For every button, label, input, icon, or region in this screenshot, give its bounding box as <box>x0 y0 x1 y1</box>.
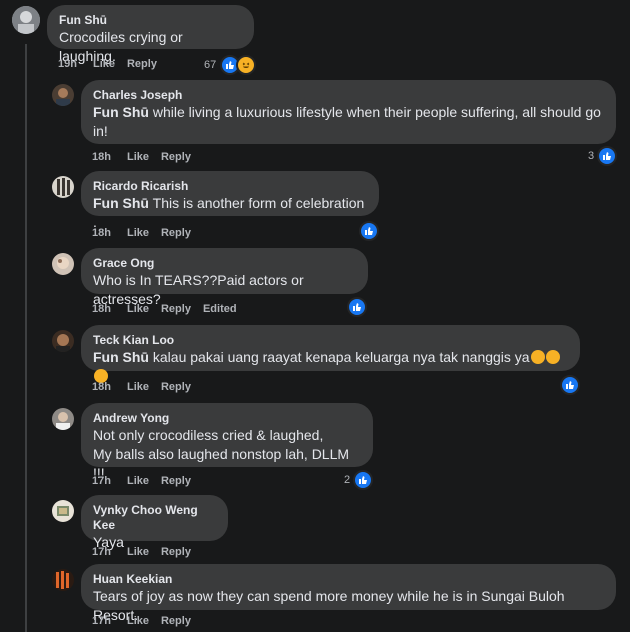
like-button[interactable]: Like <box>127 475 149 487</box>
comment-actions: 18h Like Reply <box>92 381 203 393</box>
thumbs-up-icon <box>353 470 374 490</box>
avatar[interactable] <box>12 6 40 34</box>
like-button[interactable]: Like <box>127 381 149 393</box>
comment-actions: 19h Like Reply <box>58 58 169 70</box>
comment-bubble: Grace Ong Who is In TEARS??Paid actors o… <box>81 248 368 307</box>
mention-link[interactable]: Fun Shū <box>93 104 149 120</box>
reaction-summary[interactable]: 67 <box>204 55 257 75</box>
comment-text: while living a luxurious lifestyle when … <box>149 104 601 120</box>
like-button[interactable]: Like <box>127 615 149 627</box>
comment-actions: 18h Like Reply <box>92 227 203 239</box>
reply-button[interactable]: Reply <box>127 58 157 70</box>
reaction-summary[interactable] <box>347 297 367 317</box>
thumbs-up-icon <box>359 221 379 241</box>
reaction-summary[interactable] <box>359 221 379 241</box>
comment-author[interactable]: Teck Kian Loo <box>93 333 568 348</box>
reply-button[interactable]: Reply <box>161 381 191 393</box>
avatar[interactable] <box>52 408 74 430</box>
reaction-count: 2 <box>344 474 351 486</box>
like-button[interactable]: Like <box>127 546 149 558</box>
thumbs-up-icon <box>597 146 618 166</box>
comment-author[interactable]: Vynky Choo Weng Kee <box>93 503 216 533</box>
mention-link[interactable]: Fun Shū <box>93 349 149 365</box>
timestamp[interactable]: 18h <box>92 151 111 163</box>
avatar[interactable] <box>52 330 74 352</box>
comment-bubble: Huan Keekian Tears of joy as now they ca… <box>81 564 616 623</box>
reaction-summary[interactable]: 2 <box>344 470 374 490</box>
timestamp[interactable]: 18h <box>92 381 111 393</box>
avatar[interactable] <box>52 253 74 275</box>
like-button[interactable]: Like <box>93 58 115 70</box>
avatar[interactable] <box>52 569 74 591</box>
comment-text-line2: in! <box>93 123 108 139</box>
comment-actions: 17h Like Reply <box>92 475 203 487</box>
comment-bubble: Vynky Choo Weng Kee Yaya <box>81 495 228 550</box>
comment-actions: 17h Like Reply <box>92 546 203 558</box>
comment-author[interactable]: Grace Ong <box>93 256 356 271</box>
reply-button[interactable]: Reply <box>161 303 191 315</box>
reply-button[interactable]: Reply <box>161 615 191 627</box>
comment-actions: 18h Like Reply Edited <box>92 303 249 315</box>
comment-actions: 18h Like Reply <box>92 151 203 163</box>
timestamp[interactable]: 19h <box>58 58 77 70</box>
timestamp[interactable]: 17h <box>92 615 111 627</box>
laughing-emoji-icon <box>545 350 560 364</box>
edited-label: Edited <box>202 303 237 315</box>
laughing-emoji-icon <box>236 55 257 75</box>
avatar[interactable] <box>52 84 74 106</box>
comment-text: kalau pakai uang raayat kenapa keluarga … <box>149 349 530 365</box>
comment-author[interactable]: Ricardo Ricarish <box>93 179 367 194</box>
reaction-count: 3 <box>588 150 595 162</box>
reply-button[interactable]: Reply <box>161 475 191 487</box>
comment-bubble: Teck Kian Loo Fun Shū kalau pakai uang r… <box>81 325 580 383</box>
reply-button[interactable]: Reply <box>161 151 191 163</box>
timestamp[interactable]: 17h <box>92 546 111 558</box>
comment-bubble: Ricardo Ricarish Fun Shū This is another… <box>81 171 379 230</box>
like-button[interactable]: Like <box>127 303 149 315</box>
comment-bubble: Fun Shū Crocodiles crying or laughing. <box>47 5 254 64</box>
thumbs-up-icon <box>347 297 367 317</box>
comment-author[interactable]: Huan Keekian <box>93 572 604 587</box>
timestamp[interactable]: 18h <box>92 303 111 315</box>
reply-button[interactable]: Reply <box>161 546 191 558</box>
comment-text: Not only crocodiless cried & laughed, <box>93 427 324 443</box>
reaction-summary[interactable]: 3 <box>588 146 618 166</box>
comment-actions: 17h Like Reply <box>92 615 203 627</box>
comment-bubble: Charles Joseph Fun Shū while living a lu… <box>81 80 616 144</box>
reaction-summary[interactable] <box>560 375 580 395</box>
comment-author[interactable]: Fun Shū <box>59 13 242 28</box>
avatar[interactable] <box>52 500 74 522</box>
reply-button[interactable]: Reply <box>161 227 191 239</box>
timestamp[interactable]: 18h <box>92 227 111 239</box>
like-button[interactable]: Like <box>127 227 149 239</box>
thread-line <box>25 44 27 632</box>
like-button[interactable]: Like <box>127 151 149 163</box>
avatar[interactable] <box>52 176 74 198</box>
comment-author[interactable]: Andrew Yong <box>93 411 361 426</box>
laughing-emoji-icon <box>530 350 545 364</box>
mention-link[interactable]: Fun Shū <box>93 195 149 211</box>
timestamp[interactable]: 17h <box>92 475 111 487</box>
comment-bubble: Andrew Yong Not only crocodiless cried &… <box>81 403 373 481</box>
thumbs-up-icon <box>560 375 580 395</box>
comment-author[interactable]: Charles Joseph <box>93 88 604 103</box>
reaction-count: 67 <box>204 59 217 71</box>
